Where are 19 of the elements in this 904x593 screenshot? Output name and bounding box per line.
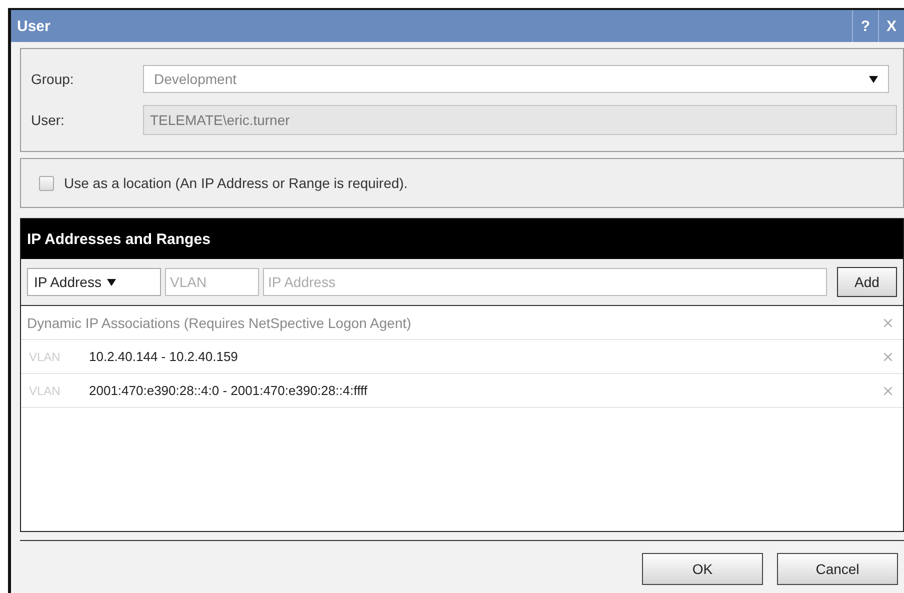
- dialog-button[interactable]: Cancel: [777, 553, 898, 585]
- vlan-field[interactable]: VLAN: [165, 268, 259, 296]
- type-select[interactable]: IP Address: [27, 268, 161, 296]
- group-select[interactable]: Development: [143, 65, 889, 93]
- field-label: Group:: [31, 71, 75, 87]
- group-heading: Dynamic IP Associations (Requires NetSpective Logon Agent): [27, 314, 412, 330]
- ip-range: 2001:470:e390:28::4:0 - 2001:470:e390:28::4:ffff: [89, 383, 368, 398]
- checkbox-label: Use as a location (An IP Address or Range is required).: [64, 175, 408, 191]
- user-field: TELEMATE\eric.turner: [143, 105, 897, 135]
- add-button[interactable]: Add: [837, 267, 897, 297]
- dialog-button[interactable]: OK: [642, 553, 763, 585]
- ip-range: 10.2.40.144 - 10.2.40.159: [89, 349, 239, 364]
- checkbox[interactable]: [39, 176, 54, 190]
- field-label: User:: [31, 112, 66, 128]
- caret-icon: [869, 76, 878, 82]
- caret-icon: [107, 278, 116, 286]
- window-title: User: [17, 18, 52, 34]
- ip-address-field[interactable]: IP Address: [263, 268, 827, 296]
- section-header: IP Addresses and Ranges: [21, 219, 903, 259]
